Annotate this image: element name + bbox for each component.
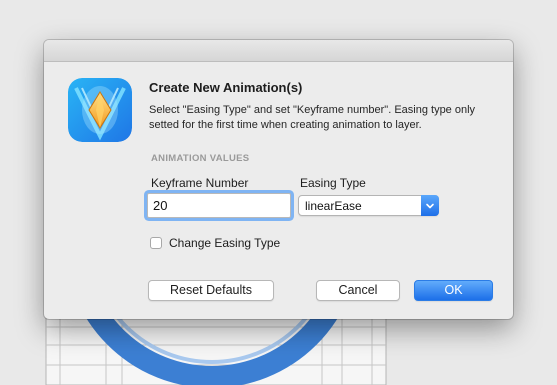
change-easing-label[interactable]: Change Easing Type [169, 236, 280, 250]
cancel-button[interactable]: Cancel [316, 280, 400, 301]
dialog-titlebar[interactable] [44, 40, 513, 62]
easing-type-label: Easing Type [300, 176, 366, 190]
chevron-updown-icon[interactable] [421, 195, 439, 216]
section-header: ANIMATION VALUES [151, 153, 250, 164]
dialog-title: Create New Animation(s) [149, 80, 303, 95]
app-icon [68, 78, 132, 142]
keyframe-number-label: Keyframe Number [151, 176, 249, 190]
easing-type-selected-value: linearEase [305, 199, 362, 213]
keyframe-number-input[interactable] [147, 193, 291, 218]
reset-defaults-button[interactable]: Reset Defaults [148, 280, 274, 301]
easing-type-select[interactable]: linearEase [298, 195, 439, 216]
ok-button[interactable]: OK [414, 280, 493, 301]
change-easing-checkbox[interactable] [150, 237, 162, 249]
create-animation-dialog: Create New Animation(s) Select "Easing T… [44, 40, 513, 319]
dialog-description: Select "Easing Type" and set "Keyframe n… [149, 104, 476, 131]
